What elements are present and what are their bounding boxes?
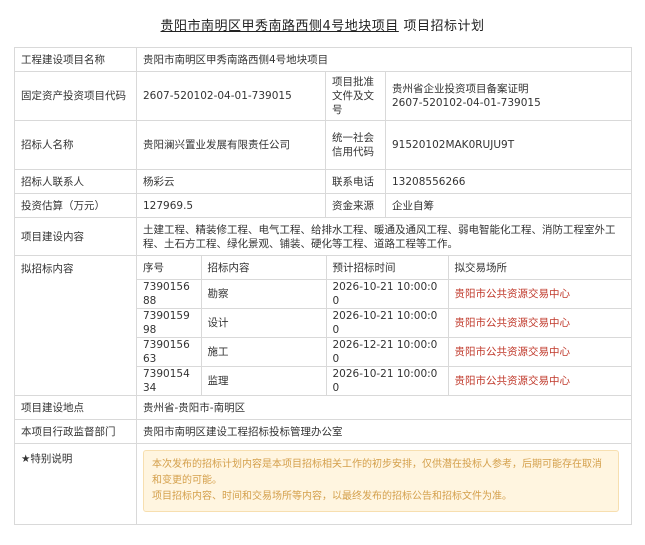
- subtable-header-row: 序号 招标内容 预计招标时间 拟交易场所: [137, 256, 631, 280]
- label-contact: 招标人联系人: [14, 169, 137, 194]
- value-fixed-asset-code: 2607-520102-04-01-739015: [136, 71, 326, 121]
- label-approval-doc: 项目批准文件及文号: [325, 71, 386, 121]
- tender-plan-subtable: 序号 招标内容 预计招标时间 拟交易场所 739015688 勘察 2026-1…: [137, 256, 631, 395]
- value-phone: 13208556266: [385, 169, 632, 194]
- item-time: 2026-10-21 10:00:00: [325, 279, 449, 309]
- tender-plan-table: 工程建设项目名称 贵阳市南明区甲秀南路西侧4号地块项目 固定资产投资项目代码 2…: [14, 47, 632, 525]
- header-kind: 招标内容: [200, 256, 327, 280]
- item-kind: 设计: [200, 308, 327, 338]
- row-contact: 招标人联系人 杨彩云 联系电话 13208556266: [14, 169, 632, 194]
- item-venue: 贵阳市公共资源交易中心: [447, 279, 631, 309]
- item-kind: 勘察: [200, 279, 327, 309]
- approval-doc-number: 2607-520102-04-01-739015: [392, 97, 541, 109]
- special-notice-cell: 本次发布的招标计划内容是本项目招标相关工作的初步安排，仅供潜在投标人参考，后期可…: [136, 443, 632, 525]
- value-contact: 杨彩云: [136, 169, 326, 194]
- value-location: 贵州省-贵阳市-南明区: [136, 395, 632, 420]
- label-supervisor: 本项目行政监督部门: [14, 419, 137, 444]
- row-tenderer: 招标人名称 贵阳澜兴置业发展有限责任公司 统一社会信用代码 91520102MA…: [14, 120, 632, 170]
- header-no: 序号: [137, 256, 202, 280]
- row-fixed-asset-code: 固定资产投资项目代码 2607-520102-04-01-739015 项目批准…: [14, 71, 632, 121]
- value-investment: 127969.5: [136, 193, 326, 218]
- header-venue: 拟交易场所: [447, 256, 631, 280]
- row-project-name: 工程建设项目名称 贵阳市南明区甲秀南路西侧4号地块项目: [14, 47, 632, 72]
- page-title: 贵阳市南明区甲秀南路西侧4号地块项目 项目招标计划: [0, 15, 645, 34]
- label-project-name: 工程建设项目名称: [14, 47, 137, 72]
- value-project-name: 贵阳市南明区甲秀南路西侧4号地块项目: [136, 47, 632, 72]
- row-location: 项目建设地点 贵州省-贵阳市-南明区: [14, 395, 632, 420]
- item-venue: 贵阳市公共资源交易中心: [447, 308, 631, 338]
- header-time: 预计招标时间: [325, 256, 449, 280]
- item-time: 2026-10-21 10:00:00: [325, 308, 449, 338]
- value-approval-doc: 贵州省企业投资项目备案证明 2607-520102-04-01-739015: [385, 71, 632, 121]
- table-row: 739015998 设计 2026-10-21 10:00:00 贵阳市公共资源…: [137, 308, 631, 338]
- special-notice-line-2: 项目招标内容、时间和交易场所等内容，以最终发布的招标公告和招标文件为准。: [152, 491, 512, 502]
- item-kind: 施工: [200, 337, 327, 367]
- row-supervisor: 本项目行政监督部门 贵阳市南明区建设工程招标投标管理办公室: [14, 419, 632, 444]
- value-content: 土建工程、精装修工程、电气工程、给排水工程、暖通及通风工程、弱电智能化工程、消防…: [136, 217, 632, 256]
- label-location: 项目建设地点: [14, 395, 137, 420]
- item-no: 739015663: [137, 337, 202, 367]
- label-tender-plan: 拟招标内容: [14, 255, 137, 396]
- value-fund-source: 企业自筹: [385, 193, 632, 218]
- item-no: 739015434: [137, 366, 202, 395]
- row-tender-plan: 拟招标内容 序号 招标内容 预计招标时间 拟交易场所 739015688 勘察: [14, 255, 632, 396]
- row-investment: 投资估算（万元） 127969.5 资金来源 企业自筹: [14, 193, 632, 218]
- special-notice-line-1: 本次发布的招标计划内容是本项目招标相关工作的初步安排，仅供潜在投标人参考，后期可…: [152, 459, 602, 486]
- title-project-name: 贵阳市南明区甲秀南路西侧4号地块项目: [160, 19, 399, 34]
- table-row: 739015663 施工 2026-12-21 10:00:00 贵阳市公共资源…: [137, 337, 631, 367]
- label-credit-code: 统一社会信用代码: [325, 120, 386, 170]
- table-row: 739015688 勘察 2026-10-21 10:00:00 贵阳市公共资源…: [137, 279, 631, 309]
- title-suffix: 项目招标计划: [403, 19, 485, 34]
- label-special: ★特别说明: [14, 443, 137, 525]
- item-time: 2026-10-21 10:00:00: [325, 366, 449, 395]
- value-credit-code: 91520102MAK0RUJU9T: [385, 120, 632, 170]
- label-tenderer: 招标人名称: [14, 120, 137, 170]
- item-kind: 监理: [200, 366, 327, 395]
- item-no: 739015998: [137, 308, 202, 338]
- label-phone: 联系电话: [325, 169, 386, 194]
- item-venue: 贵阳市公共资源交易中心: [447, 337, 631, 367]
- item-venue: 贵阳市公共资源交易中心: [447, 366, 631, 395]
- label-fixed-asset-code: 固定资产投资项目代码: [14, 71, 137, 121]
- label-fund-source: 资金来源: [325, 193, 386, 218]
- row-content: 项目建设内容 土建工程、精装修工程、电气工程、给排水工程、暖通及通风工程、弱电智…: [14, 217, 632, 256]
- item-time: 2026-12-21 10:00:00: [325, 337, 449, 367]
- value-supervisor: 贵阳市南明区建设工程招标投标管理办公室: [136, 419, 632, 444]
- table-row: 739015434 监理 2026-10-21 10:00:00 贵阳市公共资源…: [137, 366, 631, 395]
- special-notice: 本次发布的招标计划内容是本项目招标相关工作的初步安排，仅供潜在投标人参考，后期可…: [143, 450, 619, 512]
- item-no: 739015688: [137, 279, 202, 309]
- label-content: 项目建设内容: [14, 217, 137, 256]
- value-tenderer: 贵阳澜兴置业发展有限责任公司: [136, 120, 326, 170]
- approval-doc-name: 贵州省企业投资项目备案证明: [392, 83, 529, 95]
- tender-plan-cell: 序号 招标内容 预计招标时间 拟交易场所 739015688 勘察 2026-1…: [136, 255, 632, 396]
- row-special: ★特别说明 本次发布的招标计划内容是本项目招标相关工作的初步安排，仅供潜在投标人…: [14, 443, 632, 525]
- label-investment: 投资估算（万元）: [14, 193, 137, 218]
